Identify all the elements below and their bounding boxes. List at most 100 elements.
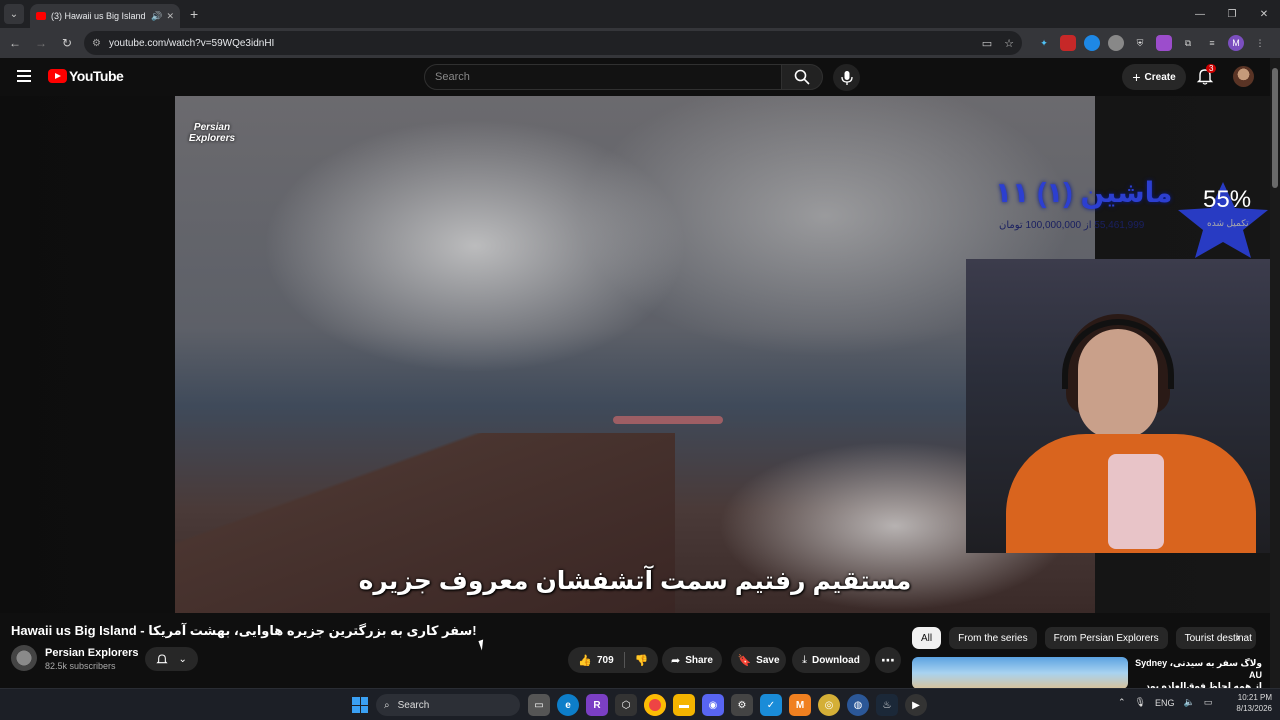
- plus-icon: +: [1132, 69, 1141, 85]
- app-icon-check[interactable]: ✓: [760, 694, 782, 716]
- like-button[interactable]: 👍 709: [568, 647, 624, 673]
- voice-search-button[interactable]: [833, 64, 860, 91]
- extensions-area: ✦ ⛨ ⧉ ≡ M ⋮: [1032, 35, 1272, 51]
- app-icon-cube[interactable]: ⬡: [615, 694, 637, 716]
- subscription-bell-button[interactable]: ⌄: [145, 647, 198, 671]
- windows-taskbar: ⌕ Search ▭ e R ⬡ ▬ ◉ ⚙ ✓ M ◎ ◍ ♨ ▶ ⌃ 🎙 E…: [0, 688, 1280, 720]
- folder-icon[interactable]: ▬: [673, 694, 695, 716]
- streamer-webcam: [966, 259, 1270, 553]
- forward-button[interactable]: →: [30, 32, 52, 54]
- back-button[interactable]: ←: [4, 32, 26, 54]
- chip-all[interactable]: All: [912, 627, 942, 649]
- taskbar-search[interactable]: ⌕ Search: [376, 694, 520, 716]
- taskbar-apps: ▭ e R ⬡ ▬ ◉ ⚙ ✓ M ◎ ◍ ♨ ▶: [528, 694, 934, 716]
- scrollbar-thumb[interactable]: [1272, 68, 1278, 188]
- save-label: Save: [756, 654, 780, 666]
- browser-tab-strip: ⌄ (3) Hawaii us Big Island - س... 🔊 ✕ + …: [0, 0, 1280, 28]
- bell-icon: [156, 654, 168, 664]
- reload-button[interactable]: ↻: [56, 32, 78, 54]
- recommended-video-thumbnail[interactable]: [912, 657, 1128, 689]
- create-button[interactable]: + Create: [1122, 64, 1186, 90]
- chevron-right-icon[interactable]: ›: [1236, 630, 1240, 644]
- cast-icon[interactable]: ▭: [982, 37, 992, 50]
- like-count: 709: [597, 654, 614, 666]
- share-button[interactable]: ➦ Share: [662, 647, 722, 673]
- profile-avatar[interactable]: M: [1228, 35, 1244, 51]
- account-avatar[interactable]: [1233, 66, 1254, 87]
- search-input[interactable]: Search: [424, 64, 782, 90]
- audio-playing-icon[interactable]: 🔊: [151, 11, 162, 22]
- bookmark-star-icon[interactable]: ☆: [1004, 37, 1014, 50]
- search-button[interactable]: [781, 64, 823, 90]
- app-icon-coin[interactable]: ◎: [818, 694, 840, 716]
- address-bar[interactable]: ⚙ youtube.com/watch?v=59WQe3idnHI ▭ ☆: [84, 31, 1022, 55]
- taskbar-search-label: Search: [397, 699, 430, 711]
- youtube-logo-text: YouTube: [69, 68, 124, 84]
- chip-from-channel[interactable]: From Persian Explorers: [1044, 627, 1168, 649]
- speaker-icon[interactable]: 🔈: [1184, 697, 1195, 708]
- extension-icon-1[interactable]: ✦: [1036, 35, 1052, 51]
- taskbar-clock[interactable]: 10:21 PM 8/13/2026: [1228, 693, 1272, 715]
- minimize-button[interactable]: —: [1184, 0, 1216, 28]
- notifications-button[interactable]: 3: [1196, 64, 1217, 87]
- steam-icon[interactable]: ♨: [876, 694, 898, 716]
- extension-icon-6[interactable]: [1156, 35, 1172, 51]
- tab-close-icon[interactable]: ✕: [166, 11, 174, 22]
- app-icon-m[interactable]: M: [789, 694, 811, 716]
- language-indicator[interactable]: ENG: [1155, 698, 1175, 708]
- extension-icon-2[interactable]: [1060, 35, 1076, 51]
- reading-list-icon[interactable]: ≡: [1204, 35, 1220, 51]
- tray-overflow-icon[interactable]: ⌃: [1118, 697, 1126, 708]
- url-text: youtube.com/watch?v=59WQe3idnHI: [108, 37, 275, 49]
- shield-icon[interactable]: ⛨: [1132, 35, 1148, 51]
- download-button[interactable]: ⤓ Download: [792, 647, 870, 673]
- file-explorer-icon[interactable]: ▭: [528, 694, 550, 716]
- windows-start-icon[interactable]: [352, 697, 368, 713]
- search-placeholder: Search: [435, 71, 470, 83]
- discord-icon[interactable]: ◉: [702, 694, 724, 716]
- browser-tab-active[interactable]: (3) Hawaii us Big Island - س... 🔊 ✕: [30, 4, 180, 28]
- channel-avatar[interactable]: [11, 645, 37, 671]
- more-actions-button[interactable]: ⋯: [875, 647, 901, 673]
- new-tab-button[interactable]: +: [190, 6, 198, 22]
- extension-icon-4[interactable]: [1108, 35, 1124, 51]
- goal-title: ماشین (۱) ۱۱: [995, 177, 1173, 208]
- app-icon-settings[interactable]: ⚙: [731, 694, 753, 716]
- headset-icon: [1062, 319, 1174, 389]
- system-tray: ⌃ 🎙 ENG 🔈 ▭: [1118, 697, 1221, 708]
- restore-button[interactable]: ❐: [1216, 0, 1248, 28]
- page-scrollbar[interactable]: [1270, 58, 1280, 692]
- r-app-icon[interactable]: R: [586, 694, 608, 716]
- dislike-button[interactable]: 👎: [625, 647, 658, 673]
- tab-search-button[interactable]: ⌄: [4, 4, 24, 24]
- microphone-icon: [840, 70, 853, 85]
- video-title: Hawaii us Big Island - سفر کاری به بزرگت…: [11, 623, 477, 638]
- browser-menu-icon[interactable]: ⋮: [1252, 35, 1268, 51]
- close-window-button[interactable]: ✕: [1248, 0, 1280, 28]
- browser-toolbar: ← → ↻ ⚙ youtube.com/watch?v=59WQe3idnHI …: [0, 28, 1280, 58]
- menu-icon[interactable]: [17, 70, 31, 82]
- video-frame[interactable]: [175, 96, 1095, 613]
- download-icon: ⤓: [802, 653, 808, 666]
- app-icon-globe[interactable]: ◍: [847, 694, 869, 716]
- channel-watermark[interactable]: Persian Explorers: [182, 108, 242, 158]
- clock-date: 8/13/2026: [1236, 703, 1272, 713]
- extension-icon-3[interactable]: [1084, 35, 1100, 51]
- edge-icon[interactable]: e: [557, 694, 579, 716]
- channel-name[interactable]: Persian Explorers: [45, 647, 139, 659]
- puzzle-icon[interactable]: ⧉: [1180, 35, 1196, 51]
- media-player-icon[interactable]: ▶: [905, 694, 927, 716]
- chip-from-series[interactable]: From the series: [949, 627, 1037, 649]
- chip-tourist-destinations[interactable]: Tourist destinat: [1175, 627, 1256, 649]
- network-icon[interactable]: ▭: [1204, 697, 1213, 708]
- related-filter-chips: All From the series From Persian Explore…: [912, 627, 1264, 649]
- youtube-play-icon: [48, 69, 67, 83]
- microphone-icon[interactable]: 🎙: [1135, 697, 1146, 708]
- goal-percent: 55%: [1203, 186, 1252, 213]
- save-button[interactable]: 🔖 Save: [731, 647, 786, 673]
- site-info-icon[interactable]: ⚙: [92, 38, 101, 49]
- search-icon: ⌕: [384, 699, 390, 711]
- youtube-logo[interactable]: YouTube: [48, 68, 124, 84]
- goal-amount: 55,461,999 از 100,000,000 تومان: [999, 220, 1145, 231]
- chrome-icon[interactable]: [644, 694, 666, 716]
